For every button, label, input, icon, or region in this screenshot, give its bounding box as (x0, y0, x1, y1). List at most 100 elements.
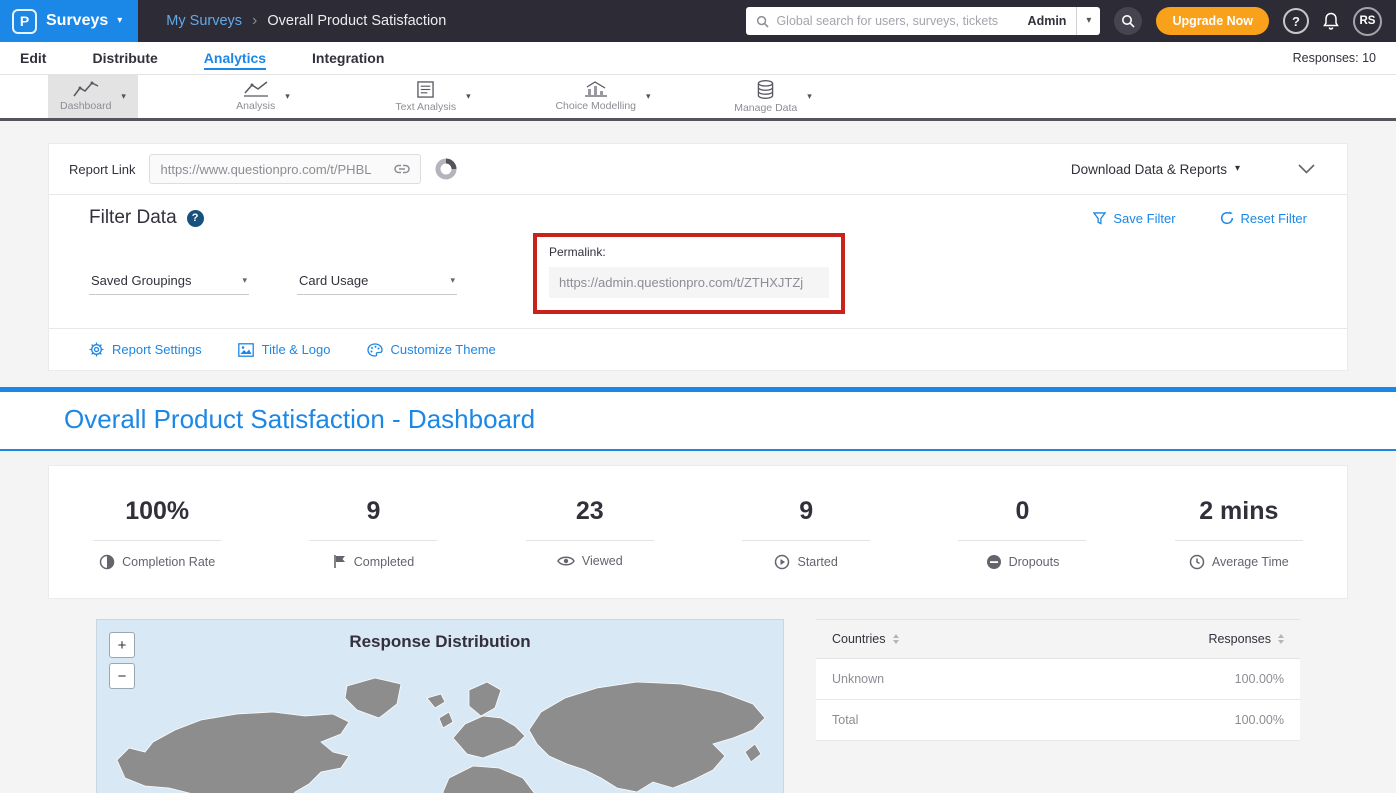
analysis-icon (243, 81, 269, 97)
responses-cell: 100.00% (1235, 672, 1284, 686)
title-logo-button[interactable]: Title & Logo (238, 342, 331, 357)
global-search-group: Admin ▾ (746, 7, 1100, 35)
image-icon (238, 343, 254, 357)
responses-cell: 100.00% (1235, 713, 1284, 727)
countries-table-header: Countries Responses (816, 619, 1300, 659)
report-settings-button[interactable]: Report Settings (89, 342, 202, 357)
search-icon (1121, 14, 1135, 28)
search-icon (756, 15, 769, 28)
completion-rate-icon (99, 554, 115, 570)
tab-analytics[interactable]: Analytics (204, 50, 266, 66)
permalink-label: Permalink: (549, 245, 829, 259)
toolbar-manage-data[interactable]: Manage Data ▾ (688, 75, 858, 118)
analytics-toolbar: Dashboard ▾ Analysis ▾ Text Analysis ▾ (0, 75, 1396, 121)
caret-down-icon: ▾ (1086, 16, 1091, 26)
caret-down-icon[interactable]: ▾ (807, 91, 812, 102)
caret-down-icon[interactable]: ▾ (285, 91, 290, 102)
breadcrumb: My Surveys › Overall Product Satisfactio… (166, 12, 446, 30)
save-filter-button[interactable]: Save Filter (1093, 211, 1175, 226)
manage-data-icon (757, 80, 774, 99)
upgrade-now-button[interactable]: Upgrade Now (1156, 7, 1269, 35)
collapse-panel-button[interactable] (1298, 164, 1315, 174)
caret-down-icon: ▾ (117, 16, 122, 26)
map-zoom-out-button[interactable]: − (109, 663, 135, 689)
search-scope-label[interactable]: Admin (1028, 14, 1067, 28)
countries-column-header[interactable]: Countries (832, 632, 899, 646)
stats-panel: 100% Completion Rate 9 Completed 23 View… (48, 465, 1348, 599)
breadcrumb-separator-icon: › (252, 12, 257, 30)
global-search-input[interactable] (776, 14, 1020, 28)
card-usage-select[interactable]: Card Usage ▾ (297, 267, 457, 295)
refresh-icon (1220, 211, 1234, 225)
tab-distribute[interactable]: Distribute (92, 50, 157, 66)
response-distribution-map-panel: Response Distribution + − (96, 619, 784, 793)
permalink-url[interactable]: https://admin.questionpro.com/t/ZTHXJTZj (549, 267, 829, 298)
advanced-search-button[interactable] (1114, 7, 1142, 35)
dashboard-title-band: Overall Product Satisfaction - Dashboard (0, 392, 1396, 451)
minus-circle-icon (986, 554, 1002, 570)
dashboard-icon (73, 81, 99, 97)
download-data-reports-button[interactable]: Download Data & Reports ▾ (1071, 162, 1240, 177)
stat-value: 100% (125, 496, 189, 526)
report-link-url: https://www.questionpro.com/t/PHBL (160, 162, 386, 177)
caret-down-icon: ▾ (1235, 164, 1240, 174)
main-content: Report Link https://www.questionpro.com/… (0, 121, 1396, 371)
breadcrumb-my-surveys[interactable]: My Surveys (166, 13, 242, 29)
stat-average-time: 2 mins Average Time (1131, 496, 1347, 570)
funnel-icon (1093, 212, 1106, 225)
global-search-box[interactable]: Admin (746, 7, 1076, 35)
country-cell: Total (832, 713, 858, 727)
report-chart-icon[interactable] (435, 158, 457, 180)
map-zoom-in-button[interactable]: + (109, 632, 135, 658)
sort-icon (893, 634, 899, 644)
flag-icon (333, 554, 347, 569)
responses-column-header[interactable]: Responses (1208, 632, 1284, 646)
report-link-label: Report Link (69, 162, 135, 177)
stat-value: 23 (576, 496, 604, 526)
report-link-field[interactable]: https://www.questionpro.com/t/PHBL (149, 154, 421, 184)
questionpro-logo: P (12, 9, 37, 34)
filter-help-icon[interactable]: ? (187, 210, 204, 227)
toolbar-dashboard[interactable]: Dashboard ▾ (8, 75, 178, 118)
stat-completed: 9 Completed (265, 496, 481, 570)
caret-down-icon: ▾ (242, 275, 247, 286)
surveys-product-menu[interactable]: P Surveys ▾ (0, 0, 138, 42)
play-circle-icon (774, 554, 790, 570)
permalink-highlight-box: Permalink: https://admin.questionpro.com… (533, 233, 845, 314)
toolbar-choice-modelling[interactable]: Choice Modelling ▾ (518, 75, 688, 118)
clock-icon (1189, 554, 1205, 570)
bell-icon (1323, 12, 1339, 30)
choice-modelling-icon (584, 81, 608, 97)
customize-theme-button[interactable]: Customize Theme (367, 342, 496, 357)
toolbar-text-analysis[interactable]: Text Analysis ▾ (348, 75, 518, 118)
tab-edit[interactable]: Edit (20, 50, 46, 66)
tab-integration[interactable]: Integration (312, 50, 384, 66)
stat-value: 9 (799, 496, 813, 526)
stat-started: 9 Started (698, 496, 914, 570)
stat-viewed: 23 Viewed (482, 496, 698, 570)
eye-icon (557, 555, 575, 567)
search-scope-dropdown-button[interactable]: ▾ (1076, 7, 1100, 35)
gear-icon (89, 342, 104, 357)
table-row: Total 100.00% (816, 700, 1300, 741)
sort-icon (1278, 634, 1284, 644)
stat-completion-rate: 100% Completion Rate (49, 496, 265, 570)
caret-down-icon[interactable]: ▾ (646, 91, 651, 102)
product-name: Surveys (46, 12, 108, 30)
help-button[interactable]: ? (1283, 8, 1309, 34)
reset-filter-button[interactable]: Reset Filter (1220, 211, 1307, 226)
map-title: Response Distribution (97, 632, 783, 652)
palette-icon (367, 343, 383, 357)
caret-down-icon[interactable]: ▾ (121, 91, 126, 102)
world-map[interactable] (97, 660, 784, 793)
notifications-button[interactable] (1323, 12, 1339, 30)
toolbar-analysis[interactable]: Analysis ▾ (178, 75, 348, 118)
top-bar: P Surveys ▾ My Surveys › Overall Product… (0, 0, 1396, 42)
map-zoom-controls: + − (109, 632, 135, 689)
user-avatar[interactable]: RS (1353, 7, 1382, 36)
breadcrumb-current: Overall Product Satisfaction (267, 13, 446, 29)
report-panel: Report Link https://www.questionpro.com/… (48, 143, 1348, 371)
saved-groupings-select[interactable]: Saved Groupings ▾ (89, 267, 249, 295)
caret-down-icon[interactable]: ▾ (466, 91, 471, 102)
caret-down-icon: ▾ (450, 275, 455, 286)
